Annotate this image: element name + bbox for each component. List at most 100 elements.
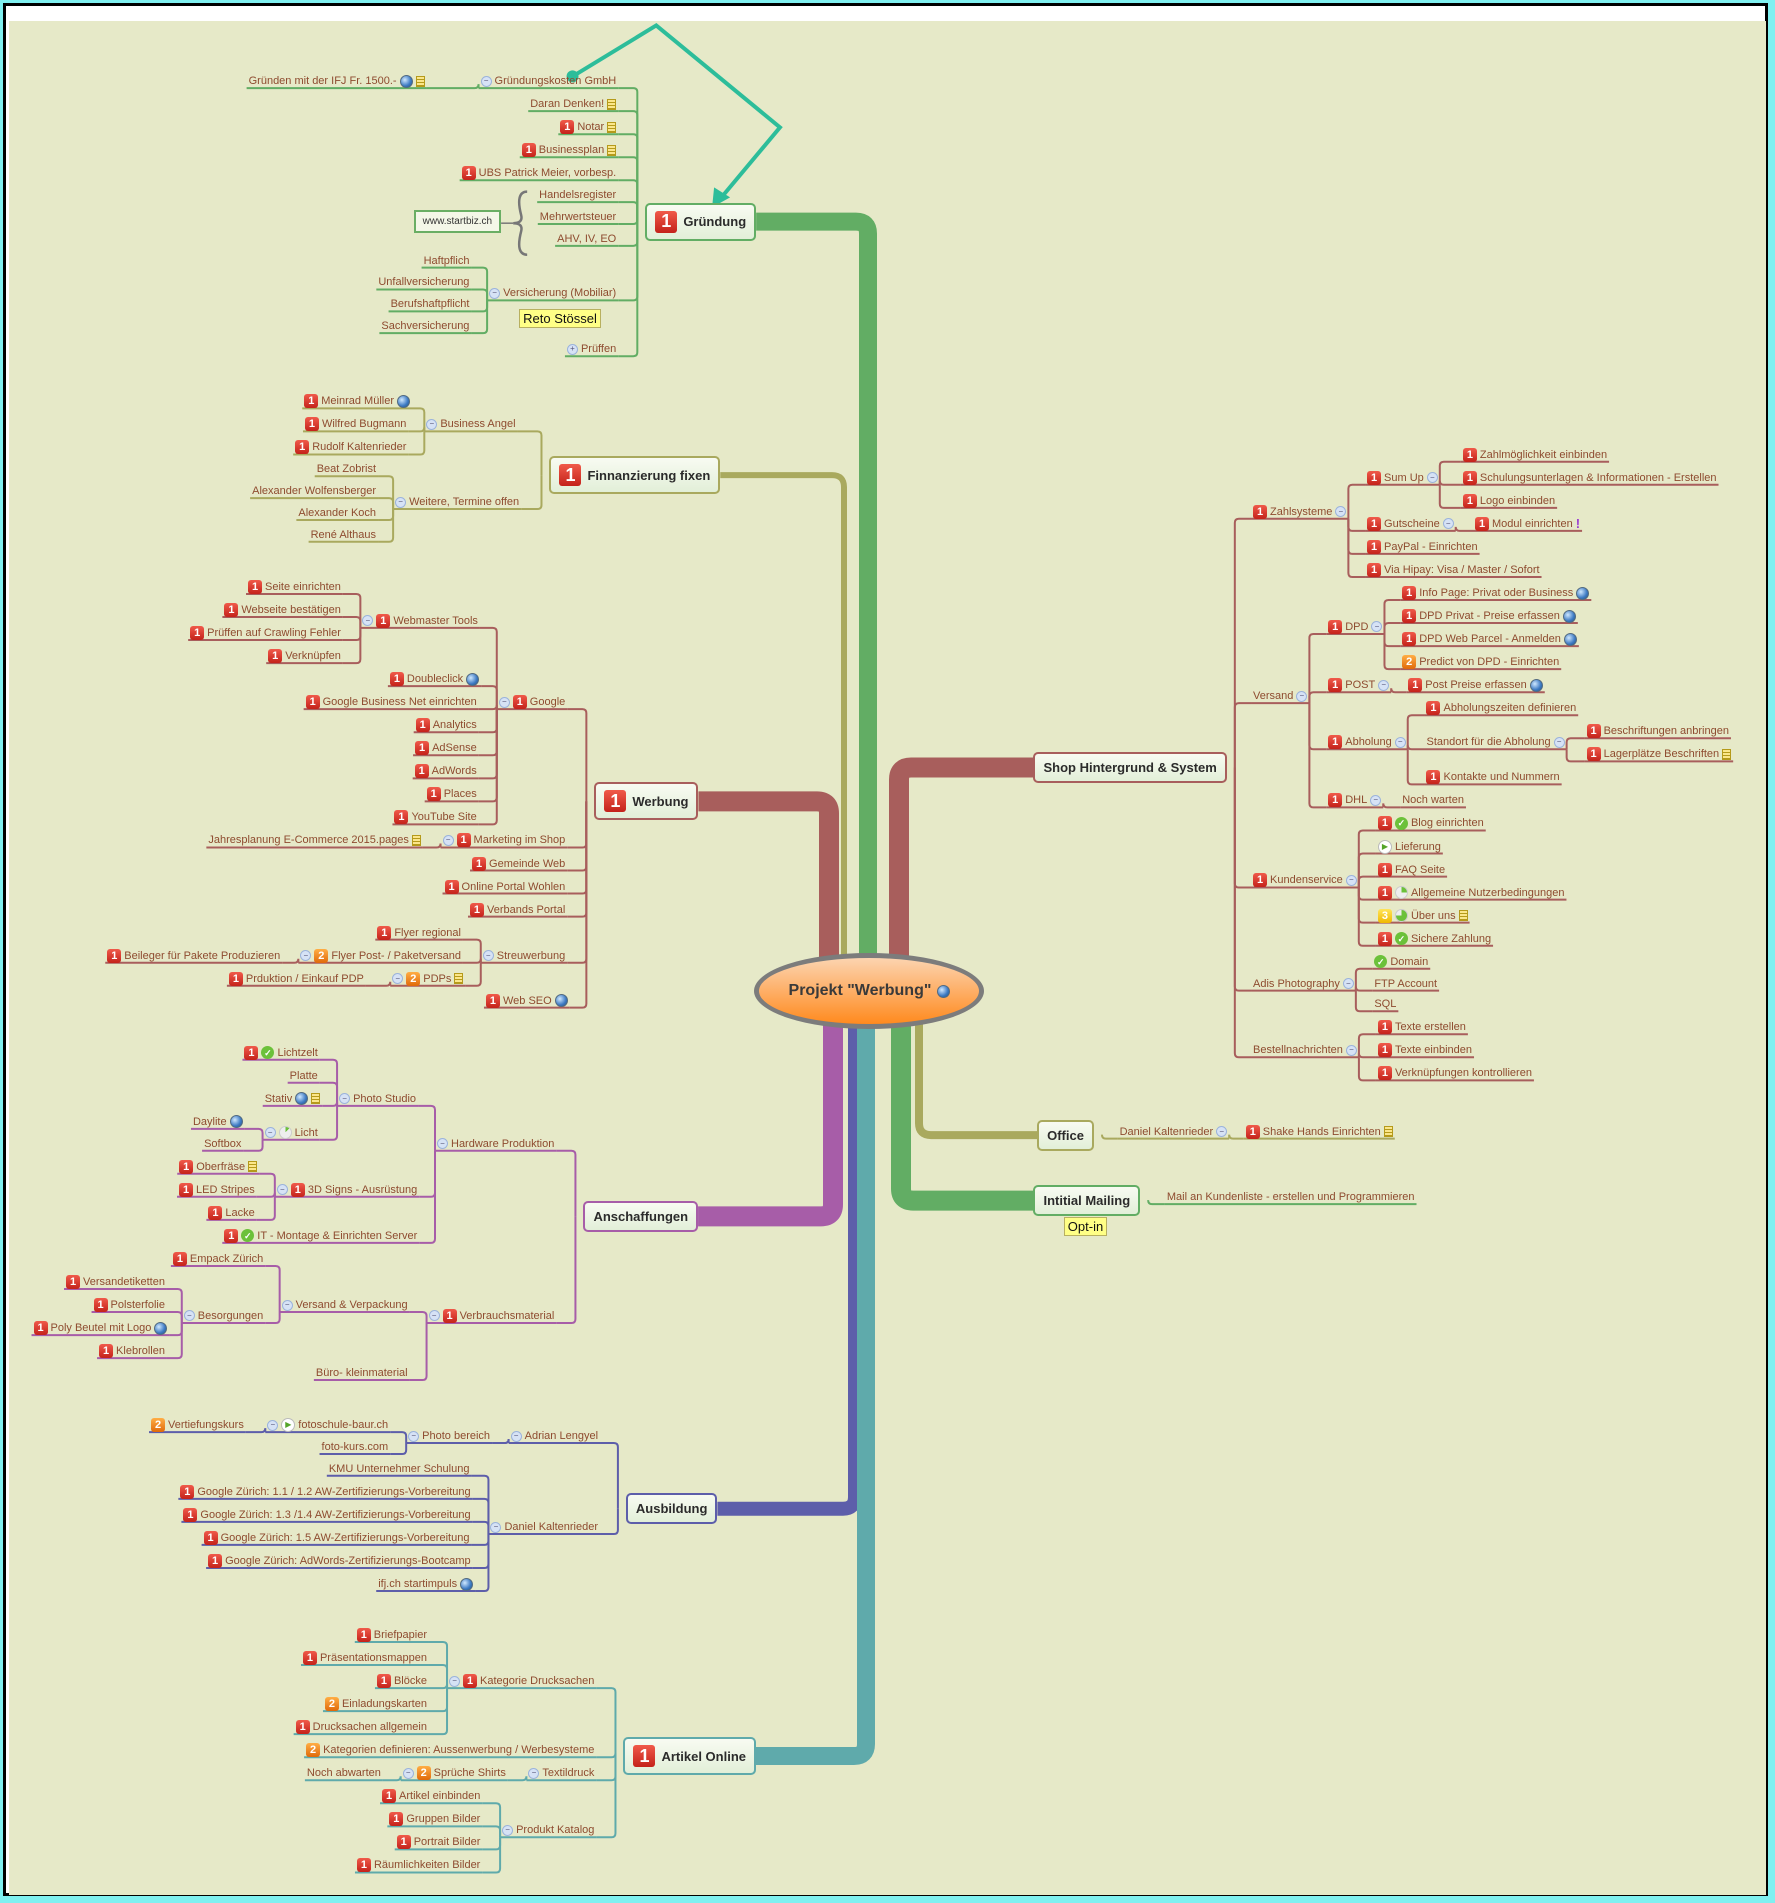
- collapse-toggle-icon[interactable]: −: [480, 75, 492, 87]
- node-flyer-post-paketversand[interactable]: −2 Flyer Post- / Paketversand: [300, 948, 461, 963]
- node-alexander-koch[interactable]: Alexander Koch: [298, 506, 376, 520]
- node-adwords[interactable]: 1 AdWords: [414, 764, 477, 779]
- node-versicherung-mobiliar[interactable]: − Versicherung (Mobiliar): [489, 286, 616, 300]
- topic-finanzierung[interactable]: 1 Finnanzierung fixen: [549, 456, 721, 495]
- node-webmaster-tools[interactable]: −1 Webmaster Tools: [362, 613, 478, 628]
- node-beschriftungen-anbringen[interactable]: 1 Beschriftungen anbringen: [1586, 724, 1729, 739]
- node-lacke[interactable]: 1 Lacke: [208, 1205, 255, 1220]
- topic-artikel[interactable]: 1 Artikel Online: [623, 1737, 756, 1776]
- node-oberfrase[interactable]: 1 Oberfräse: [179, 1159, 258, 1174]
- node-meinrad-muller[interactable]: 1 Meinrad Müller: [304, 394, 410, 409]
- node-led-stripes[interactable]: 1 LED Stripes: [179, 1182, 255, 1197]
- node-adsense[interactable]: 1 AdSense: [415, 741, 477, 756]
- node-dpd-web-parcel-anmelden[interactable]: 1 DPD Web Parcel - Anmelden: [1402, 632, 1577, 647]
- node-handelsregister[interactable]: Handelsregister: [539, 188, 616, 202]
- node-daylite[interactable]: Daylite: [193, 1115, 243, 1129]
- node-softbox[interactable]: Softbox: [204, 1137, 241, 1151]
- node-google-zurich-adwords-zertifizierungs-bootcamp[interactable]: 1 Google Zürich: AdWords-Zertifizierungs-…: [208, 1553, 471, 1568]
- collapse-toggle-icon[interactable]: −: [362, 615, 374, 627]
- node-platte[interactable]: Platte: [290, 1069, 318, 1083]
- collapse-toggle-icon[interactable]: −: [1345, 1044, 1357, 1056]
- node-wilfred-bugmann[interactable]: 1 Wilfred Bugmann: [304, 417, 406, 432]
- node-berufshaftpflicht[interactable]: Berufshaftpflicht: [391, 297, 470, 311]
- node-rene-althaus[interactable]: René Althaus: [311, 528, 376, 542]
- node-poly-beutel-mit-logo[interactable]: 1 Poly Beutel mit Logo: [33, 1321, 168, 1336]
- node-info-page-privat-oder-business[interactable]: 1 Info Page: Privat oder Business: [1402, 586, 1590, 600]
- node-prasentationsmappen[interactable]: 1 Präsentationsmappen: [302, 1651, 427, 1666]
- node-beileger-fur-pakete-produzieren[interactable]: 1 Beileger für Pakete Produzieren: [107, 948, 280, 963]
- topic-gruendung[interactable]: 1 Gründung: [645, 202, 757, 241]
- node-hardware-produktion[interactable]: − Hardware Produktion: [437, 1137, 554, 1151]
- node-photo-studio[interactable]: − Photo Studio: [339, 1092, 416, 1106]
- collapse-toggle-icon[interactable]: −: [1335, 506, 1347, 518]
- node-beat-zobrist[interactable]: Beat Zobrist: [317, 462, 376, 476]
- callout-reto-stoessel[interactable]: Reto Stössel: [519, 309, 601, 329]
- collapse-toggle-icon[interactable]: −: [442, 834, 454, 846]
- node-jahresplanung-e-commerce-2015-pages[interactable]: Jahresplanung E-Commerce 2015.pages: [208, 833, 421, 847]
- node-logo-einbinden[interactable]: 1 Logo einbinden: [1462, 493, 1555, 508]
- node-pruffen[interactable]: + Prüffen: [566, 342, 616, 356]
- globe-link-icon[interactable]: [1562, 609, 1576, 623]
- note-icon[interactable]: [415, 75, 425, 87]
- node-lieferung[interactable]: ▶ Lieferung: [1377, 839, 1441, 854]
- node-photo-bereich[interactable]: − Photo bereich: [408, 1429, 490, 1443]
- node-schulungsunterlagen-informationen-erstellen[interactable]: 1 Schulungsunterlagen & Informationen - E…: [1462, 470, 1717, 485]
- collapse-toggle-icon[interactable]: −: [437, 1138, 448, 1150]
- node-haftpflich[interactable]: Haftpflich: [424, 254, 470, 268]
- node-daran-denken[interactable]: Daran Denken!: [530, 97, 617, 111]
- node-analytics[interactable]: 1 Analytics: [415, 718, 477, 733]
- node-daniel-kaltenrieder[interactable]: Daniel Kaltenrieder −: [1120, 1125, 1228, 1139]
- node-dhl[interactable]: 1 DHL −: [1328, 793, 1382, 808]
- node-texte-einbinden[interactable]: 1 Texte einbinden: [1377, 1043, 1472, 1058]
- node-businessplan[interactable]: 1 Businessplan: [521, 143, 617, 158]
- node-adis-photography[interactable]: Adis Photography −: [1253, 977, 1354, 991]
- collapse-toggle-icon[interactable]: −: [502, 1824, 514, 1836]
- node-ahv-iv-eo[interactable]: AHV, IV, EO: [557, 232, 616, 246]
- globe-link-icon[interactable]: [397, 394, 410, 408]
- node-paypal-einrichten[interactable]: 1 PayPal - Einrichten: [1367, 539, 1478, 554]
- node-blog-einrichten[interactable]: 1 ✓ Blog einrichten: [1377, 816, 1484, 831]
- node-ubs-patrick-meier-vorbesp[interactable]: 1 UBS Patrick Meier, vorbesp.: [461, 166, 616, 181]
- node-modul-einrichten[interactable]: 1 Modul einrichten!: [1475, 516, 1580, 531]
- collapse-toggle-icon[interactable]: −: [498, 696, 510, 708]
- node-drucksachen-allgemein[interactable]: 1 Drucksachen allgemein: [295, 1720, 427, 1735]
- node-streuwerbung[interactable]: − Streuwerbung: [482, 949, 565, 963]
- note-icon[interactable]: [607, 144, 617, 156]
- globe-link-icon[interactable]: [295, 1092, 309, 1106]
- node-gruppen-bilder[interactable]: 1 Gruppen Bilder: [389, 1812, 480, 1827]
- globe-link-icon[interactable]: [1529, 678, 1543, 692]
- node-3d-signs-ausrustung[interactable]: −1 3D Signs - Ausrüstung: [276, 1182, 417, 1197]
- node-places[interactable]: 1 Places: [426, 787, 477, 802]
- node-abholungszeiten-definieren[interactable]: 1 Abholungszeiten definieren: [1426, 701, 1576, 716]
- topic-ausbildung[interactable]: Ausbildung: [625, 1493, 718, 1525]
- node-raumlichkeiten-bilder[interactable]: 1 Räumlichkeiten Bilder: [356, 1858, 480, 1873]
- node-kundenservice[interactable]: 1 Kundenservice −: [1253, 873, 1357, 888]
- node-sichere-zahlung[interactable]: 1 ✓ Sichere Zahlung: [1377, 931, 1491, 946]
- topic-mailing[interactable]: Intitial Mailing: [1033, 1185, 1141, 1217]
- node-sum-up[interactable]: 1 Sum Up −: [1367, 470, 1438, 485]
- collapse-toggle-icon[interactable]: −: [281, 1299, 293, 1311]
- node-kmu-unternehmer-schulung[interactable]: KMU Unternehmer Schulung: [329, 1462, 470, 1476]
- node-mail-an-kundenliste-erstellen-und-programmieren[interactable]: Mail an Kundenliste - erstellen und Prog…: [1167, 1190, 1415, 1204]
- collapse-toggle-icon[interactable]: −: [490, 1521, 502, 1533]
- node-google[interactable]: −1 Google: [498, 695, 565, 710]
- globe-link-icon[interactable]: [466, 672, 480, 686]
- node-fotoschule-baur-ch[interactable]: − ▶ fotoschule-baur.ch: [267, 1418, 388, 1433]
- node-noch-abwarten[interactable]: Noch abwarten: [307, 1766, 381, 1780]
- collapse-toggle-icon[interactable]: −: [426, 418, 438, 430]
- collapse-toggle-icon[interactable]: −: [1553, 736, 1565, 748]
- node-kategorien-definieren-aussenwerbung-werbesysteme[interactable]: 2 Kategorien definieren: Aussenwerbung / …: [306, 1743, 594, 1758]
- collapse-toggle-icon[interactable]: −: [1371, 621, 1383, 633]
- node-portrait-bilder[interactable]: 1 Portrait Bilder: [396, 1835, 480, 1850]
- node-verbrauchsmaterial[interactable]: −1 Verbrauchsmaterial: [428, 1308, 554, 1323]
- node-ftp-account[interactable]: FTP Account: [1374, 977, 1437, 991]
- collapse-toggle-icon[interactable]: −: [1345, 874, 1357, 886]
- collapse-toggle-icon[interactable]: −: [276, 1184, 288, 1196]
- note-icon[interactable]: [607, 121, 617, 133]
- node-online-portal-wohlen[interactable]: 1 Online Portal Wohlen: [444, 879, 565, 894]
- globe-link-icon[interactable]: [229, 1115, 243, 1129]
- note-icon[interactable]: [1383, 1126, 1393, 1138]
- collapse-toggle-icon[interactable]: −: [449, 1675, 461, 1687]
- note-icon[interactable]: [1458, 910, 1468, 922]
- node-zahlmoglichkeit-einbinden[interactable]: 1 Zahlmöglichkeit einbinden: [1462, 447, 1607, 462]
